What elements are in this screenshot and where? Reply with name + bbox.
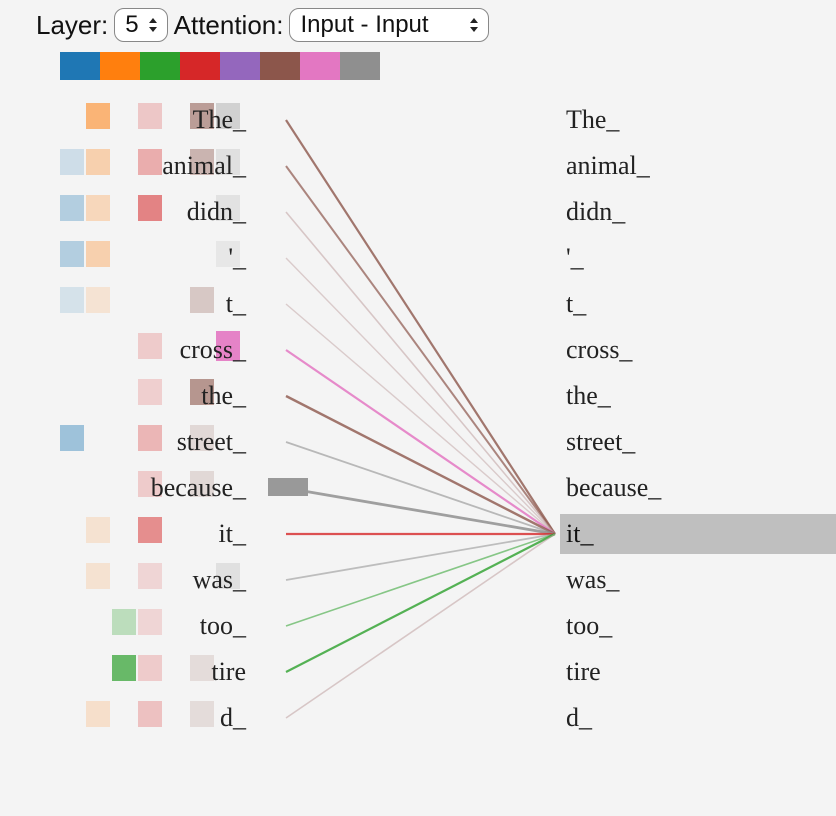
- left-token: animal_: [162, 146, 246, 186]
- left-token: tire: [211, 652, 246, 692]
- left-token: too_: [200, 606, 246, 646]
- attention-select[interactable]: Input - Input: [289, 8, 489, 42]
- right-token[interactable]: didn_: [560, 192, 625, 232]
- attention-cell: [112, 609, 136, 635]
- attention-cell: [138, 655, 162, 681]
- attention-line: [286, 488, 555, 534]
- attention-lines: [0, 80, 836, 816]
- head-swatch-7[interactable]: [340, 52, 380, 80]
- attention-cell: [138, 195, 162, 221]
- left-token: was_: [193, 560, 246, 600]
- attention-cell: [112, 655, 136, 681]
- attention-cell: [86, 195, 110, 221]
- head-swatch-1[interactable]: [100, 52, 140, 80]
- right-token[interactable]: tire: [560, 652, 601, 692]
- right-token[interactable]: d_: [560, 698, 592, 738]
- attention-cell: [138, 701, 162, 727]
- right-token[interactable]: was_: [560, 560, 619, 600]
- chevron-up-down-icon: [468, 15, 480, 35]
- attention-cell: [86, 701, 110, 727]
- right-token[interactable]: animal_: [560, 146, 650, 186]
- controls-row: Layer: 5 Attention: Input - Input: [36, 8, 489, 42]
- left-token: street_: [177, 422, 246, 462]
- attention-line: [286, 534, 555, 580]
- attention-cell: [138, 103, 162, 129]
- attention-cell: [138, 517, 162, 543]
- attention-visualization: The_ animal_ didn_ '_ t_ cross_ the_ street_bec…: [0, 80, 836, 816]
- left-token: didn_: [187, 192, 246, 232]
- attention-cell: [138, 425, 162, 451]
- left-token: it_: [219, 514, 246, 554]
- layer-label: Layer:: [36, 10, 108, 41]
- attention-line: [286, 534, 555, 626]
- right-token[interactable]: t_: [560, 284, 586, 324]
- attention-cell: [86, 241, 110, 267]
- left-token: t_: [226, 284, 246, 324]
- right-token[interactable]: the_: [560, 376, 611, 416]
- attention-cell: [190, 287, 214, 313]
- attention-cell: [60, 241, 84, 267]
- right-token[interactable]: because_: [560, 468, 661, 508]
- attention-cell: [138, 149, 162, 175]
- layer-select[interactable]: 5: [114, 8, 167, 42]
- left-token: d_: [220, 698, 246, 738]
- head-swatch-2[interactable]: [140, 52, 180, 80]
- layer-value: 5: [125, 10, 138, 40]
- right-token-selected[interactable]: it_: [560, 514, 836, 554]
- attention-cell: [60, 287, 84, 313]
- left-token: The_: [193, 100, 246, 140]
- chevron-up-down-icon: [147, 15, 159, 35]
- attention-line: [286, 304, 555, 534]
- attention-cell: [60, 195, 84, 221]
- attention-line: [286, 396, 555, 534]
- attention-weight-bar: [268, 478, 308, 496]
- head-swatch-6[interactable]: [300, 52, 340, 80]
- attention-line: [286, 534, 555, 672]
- right-token[interactable]: The_: [560, 100, 619, 140]
- attention-cell: [138, 563, 162, 589]
- attention-cell: [86, 103, 110, 129]
- head-swatch-0[interactable]: [60, 52, 100, 80]
- head-swatches[interactable]: [60, 52, 380, 80]
- head-swatch-3[interactable]: [180, 52, 220, 80]
- attention-line: [286, 442, 555, 534]
- attention-line: [286, 350, 555, 534]
- left-token: cross_: [180, 330, 246, 370]
- attention-line: [286, 120, 555, 534]
- head-swatch-5[interactable]: [260, 52, 300, 80]
- attention-cell: [138, 333, 162, 359]
- attention-cell: [60, 425, 84, 451]
- attention-label: Attention:: [174, 10, 284, 41]
- attention-cell: [86, 563, 110, 589]
- attention-cell: [86, 517, 110, 543]
- right-token[interactable]: street_: [560, 422, 635, 462]
- attention-cell: [138, 379, 162, 405]
- left-token: '_: [228, 238, 246, 278]
- right-token[interactable]: cross_: [560, 330, 632, 370]
- attention-cell: [86, 149, 110, 175]
- right-token[interactable]: '_: [560, 238, 584, 278]
- attention-line: [286, 258, 555, 534]
- head-swatch-4[interactable]: [220, 52, 260, 80]
- left-token: the_: [201, 376, 246, 416]
- attention-value: Input - Input: [300, 10, 428, 40]
- attention-cell: [86, 287, 110, 313]
- left-token: because_: [151, 468, 246, 508]
- right-token[interactable]: too_: [560, 606, 612, 646]
- attention-line: [286, 212, 555, 534]
- attention-cell: [138, 609, 162, 635]
- attention-line: [286, 534, 555, 718]
- attention-cell: [60, 149, 84, 175]
- attention-cell: [190, 701, 214, 727]
- attention-line: [286, 166, 555, 534]
